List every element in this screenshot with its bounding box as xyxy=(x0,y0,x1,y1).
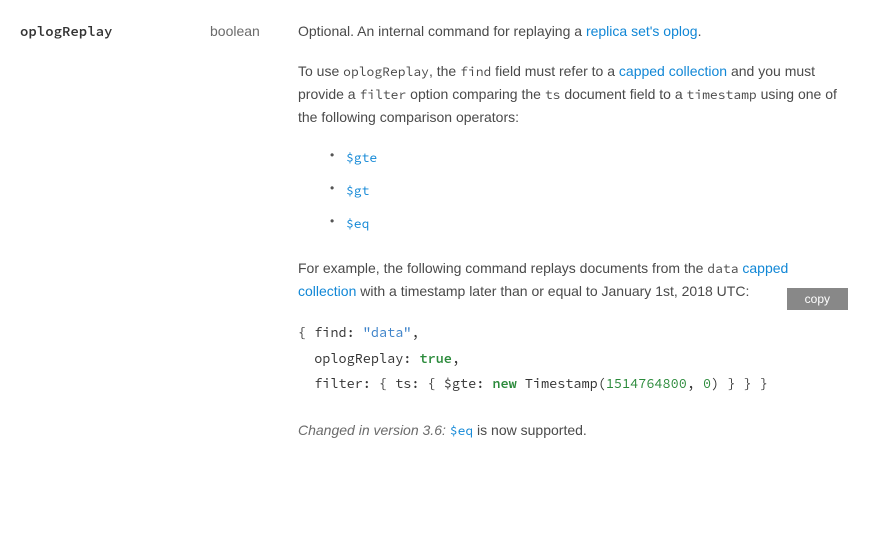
parameter-row: oplogReplay boolean Optional. An interna… xyxy=(20,20,848,460)
text: option comparing the xyxy=(406,86,545,102)
parameter-description: Optional. An internal command for replay… xyxy=(298,20,848,460)
list-item: $eq xyxy=(330,212,848,235)
changed-note: Changed in version 3.6: $eq is now suppo… xyxy=(298,419,848,442)
code-data: data xyxy=(707,260,738,277)
changed-label: Changed in version 3.6: xyxy=(298,422,446,438)
replica-set-oplog-link[interactable]: replica set's oplog xyxy=(586,23,698,39)
code-token: 0 xyxy=(703,375,711,392)
example-paragraph: For example, the following command repla… xyxy=(298,257,848,302)
code-ts: ts xyxy=(545,86,561,103)
code-token: Timestamp( xyxy=(517,375,606,392)
desc-paragraph-2: To use oplogReplay, the find field must … xyxy=(298,60,848,128)
parameter-name: oplogReplay xyxy=(20,22,112,40)
code-token: oplogReplay: xyxy=(298,350,420,367)
gte-link[interactable]: $gte xyxy=(346,149,377,166)
parameter-type-cell: boolean xyxy=(210,20,298,42)
parameter-name-cell: oplogReplay xyxy=(20,20,210,42)
text: is now supported. xyxy=(473,422,587,438)
code-token: new xyxy=(492,375,516,392)
code-oplogreplay: oplogReplay xyxy=(343,63,429,80)
gt-link[interactable]: $gt xyxy=(346,182,369,199)
text: To use xyxy=(298,63,343,79)
eq-link[interactable]: $eq xyxy=(346,215,369,232)
code-filter: filter xyxy=(359,86,406,103)
eq-link-2[interactable]: $eq xyxy=(450,422,473,439)
code-token: true xyxy=(420,350,452,367)
code-token: ) } } } xyxy=(711,375,768,392)
text: field must refer to a xyxy=(491,63,619,79)
text: , the xyxy=(429,63,460,79)
code-token: , xyxy=(687,375,703,392)
list-item: $gte xyxy=(330,146,848,169)
text: Optional. An internal command for replay… xyxy=(298,23,586,39)
copy-button[interactable]: copy xyxy=(787,288,848,310)
parameter-type: boolean xyxy=(210,23,260,39)
capped-collection-link[interactable]: capped collection xyxy=(619,63,727,79)
code-token: 1514764800 xyxy=(606,375,687,392)
text: document field to a xyxy=(560,86,686,102)
code-timestamp: timestamp xyxy=(687,86,757,103)
code-token: filter: { ts: { $gte: xyxy=(298,375,492,392)
code-block: { find: "data", oplogReplay: true, filte… xyxy=(298,320,848,397)
operator-list: $gte $gt $eq xyxy=(330,146,848,234)
text: For example, the following command repla… xyxy=(298,260,707,276)
code-token: , xyxy=(411,324,419,341)
text: . xyxy=(698,23,702,39)
text: with a timestamp later than or equal to … xyxy=(356,283,749,299)
code-token: , xyxy=(452,350,460,367)
desc-paragraph-1: Optional. An internal command for replay… xyxy=(298,20,848,42)
code-token: "data" xyxy=(363,324,412,341)
code-find: find xyxy=(460,63,491,80)
code-block-wrap: copy { find: "data", oplogReplay: true, … xyxy=(298,320,848,397)
code-token: { find: xyxy=(298,324,363,341)
list-item: $gt xyxy=(330,179,848,202)
